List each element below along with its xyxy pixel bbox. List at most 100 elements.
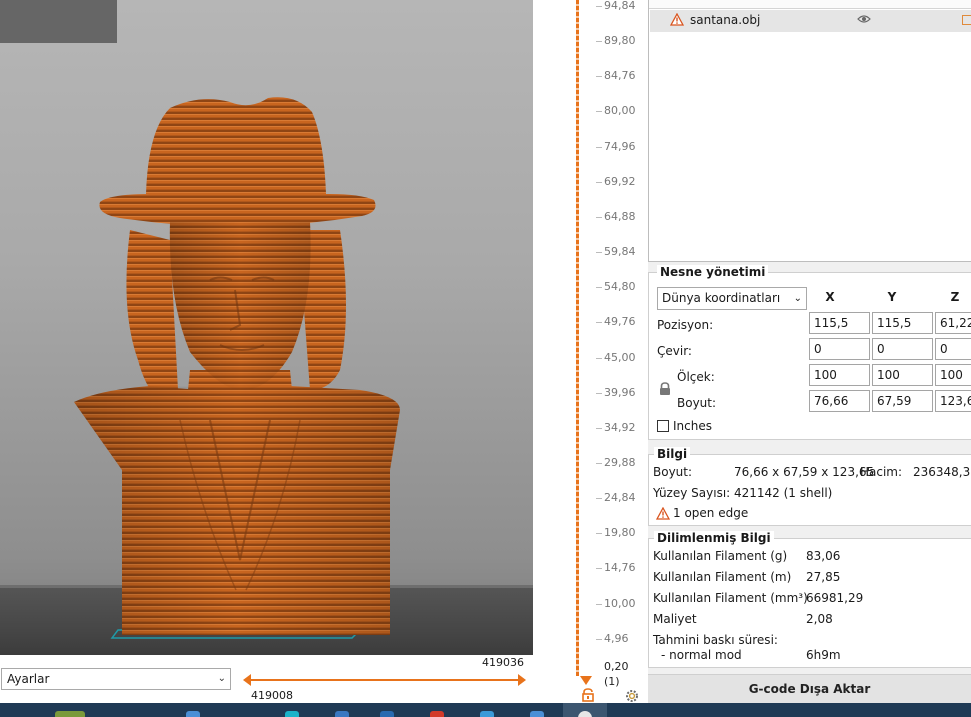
- ruler-tick-mark: [596, 462, 602, 464]
- normal-mode-value: 6h9m: [806, 648, 841, 662]
- ruler-tick-label: 19,80: [604, 526, 636, 540]
- taskbar-app-icon[interactable]: [186, 711, 200, 717]
- size-y-field[interactable]: 67,59: [872, 390, 933, 412]
- info-facets-value: 421142 (1 shell): [734, 486, 833, 500]
- normal-mode-label: - normal mod: [661, 648, 742, 662]
- object-list-item[interactable]: santana.obj: [650, 10, 971, 32]
- ruler-tick-label: 80,00: [604, 104, 636, 118]
- taskbar-app-icon[interactable]: [55, 711, 85, 717]
- uniform-scale-lock-icon[interactable]: [658, 382, 672, 396]
- warning-icon: [656, 507, 670, 520]
- windows-taskbar: [0, 703, 971, 717]
- gear-icon[interactable]: [624, 688, 640, 704]
- layer-slider-bottom-label: 419008: [251, 689, 293, 702]
- ruler-tick-mark: [596, 498, 602, 500]
- rotate-z-field[interactable]: 0: [935, 338, 971, 360]
- ruler-tick-label: 54,80: [604, 280, 636, 294]
- rotate-x-field[interactable]: 0: [809, 338, 870, 360]
- taskbar-app-icon[interactable]: [430, 711, 444, 717]
- ruler-tick-label: 4,96: [604, 631, 629, 645]
- ruler-tick-label: 59,84: [604, 245, 636, 259]
- cost-label: Maliyet: [653, 612, 697, 626]
- scale-x-field[interactable]: 100: [809, 364, 870, 386]
- filament-g-label: Kullanılan Filament (g): [653, 549, 788, 563]
- ruler-tick-label: 74,96: [604, 139, 636, 153]
- ruler-tick-mark: [596, 392, 602, 394]
- ruler-tick-label: 64,88: [604, 209, 636, 223]
- filament-m-label: Kullanılan Filament (m): [653, 570, 792, 584]
- object-list: santana.obj: [648, 0, 971, 262]
- coordinate-system-value: Dünya koordinatları: [662, 291, 781, 305]
- ruler-tick-label: 10,00: [604, 596, 636, 610]
- cost-value: 2,08: [806, 612, 833, 626]
- ruler-tick-mark: [596, 76, 602, 78]
- ruler-tick-mark: [596, 638, 602, 640]
- ruler-tick-label: 45,00: [604, 350, 636, 364]
- view-corner-panel: [0, 0, 117, 43]
- position-y-field[interactable]: 115,5: [872, 312, 933, 334]
- visibility-eye-icon[interactable]: [857, 14, 871, 24]
- ruler-tick-label: 24,84: [604, 491, 636, 505]
- scale-label: Ölçek:: [677, 370, 715, 384]
- ruler-tick-label: 49,76: [604, 315, 636, 329]
- ruler-tick-mark: [596, 287, 602, 289]
- ruler-tick-label: 39,96: [604, 385, 636, 399]
- taskbar-app-icon[interactable]: [480, 711, 494, 717]
- size-x-field[interactable]: 76,66: [809, 390, 870, 412]
- filament-mm3-label: Kullanılan Filament (mm³): [653, 591, 808, 605]
- info-warning-text: 1 open edge: [673, 506, 749, 520]
- taskbar-app-icon[interactable]: [380, 711, 394, 717]
- slider-right-handle: [518, 674, 526, 686]
- warning-icon: [670, 13, 684, 26]
- settings-dropdown-value: Ayarlar: [7, 672, 50, 686]
- object-name: santana.obj: [690, 13, 761, 27]
- ruler-tick-mark: [596, 568, 602, 570]
- ruler-tick-mark: [596, 533, 602, 535]
- sliced-model-preview[interactable]: [60, 90, 420, 650]
- inches-checkbox[interactable]: [657, 420, 669, 432]
- ruler-tick-mark: [596, 6, 602, 7]
- ruler-tick-mark: [596, 146, 602, 148]
- info-title: Bilgi: [654, 447, 691, 461]
- axis-x-header: X: [825, 290, 835, 304]
- sliced-info-title: Dilimlenmiş Bilgi: [654, 531, 774, 545]
- ruler-tick-label: 94,84: [604, 0, 636, 12]
- ruler-tick-label: 29,88: [604, 455, 636, 469]
- horizontal-layer-slider[interactable]: [243, 673, 526, 687]
- size-label: Boyut:: [677, 396, 717, 410]
- divider: [649, 261, 971, 262]
- export-gcode-button[interactable]: G-code Dışa Aktar: [648, 674, 971, 704]
- ruler-bottom-count: (1): [604, 675, 620, 688]
- position-x-field[interactable]: 115,5: [809, 312, 870, 334]
- slider-left-handle: [243, 674, 251, 686]
- print-time-label: Tahmini baskı süresi:: [653, 633, 778, 647]
- lock-icon[interactable]: [580, 688, 596, 702]
- position-z-field[interactable]: 61,22: [935, 312, 971, 334]
- taskbar-app-icon[interactable]: [335, 711, 349, 717]
- settings-dropdown[interactable]: Ayarlar ⌄: [1, 668, 231, 690]
- ruler-tick-mark: [596, 216, 602, 218]
- info-size-value: 76,66 x 67,59 x 123,65: [734, 465, 875, 479]
- coordinate-system-dropdown[interactable]: Dünya koordinatları ⌄: [657, 287, 807, 310]
- scale-z-field[interactable]: 100: [935, 364, 971, 386]
- taskbar-app-icon[interactable]: [530, 711, 544, 717]
- ruler-tick-label: 34,92: [604, 420, 636, 434]
- vertical-layer-slider[interactable]: [576, 0, 579, 676]
- vertical-slider-handle[interactable]: [580, 676, 592, 685]
- rotate-y-field[interactable]: 0: [872, 338, 933, 360]
- inches-label: Inches: [673, 419, 712, 433]
- layer-slider-top-label: 419036: [482, 656, 524, 669]
- edit-icon[interactable]: [962, 15, 971, 25]
- ruler-tick-label: 14,76: [604, 561, 636, 575]
- ruler-tick-mark: [596, 357, 602, 359]
- ruler-tick-mark: [596, 41, 602, 43]
- 3d-viewport[interactable]: [0, 0, 533, 655]
- scale-y-field[interactable]: 100: [872, 364, 933, 386]
- info-volume-label: Hacim:: [860, 465, 903, 479]
- position-label: Pozisyon:: [657, 318, 714, 332]
- size-z-field[interactable]: 123,65: [935, 390, 971, 412]
- ruler-tick-mark: [596, 427, 602, 429]
- ruler-tick-mark: [596, 252, 602, 254]
- taskbar-app-icon[interactable]: [285, 711, 299, 717]
- object-list-header: [649, 0, 971, 9]
